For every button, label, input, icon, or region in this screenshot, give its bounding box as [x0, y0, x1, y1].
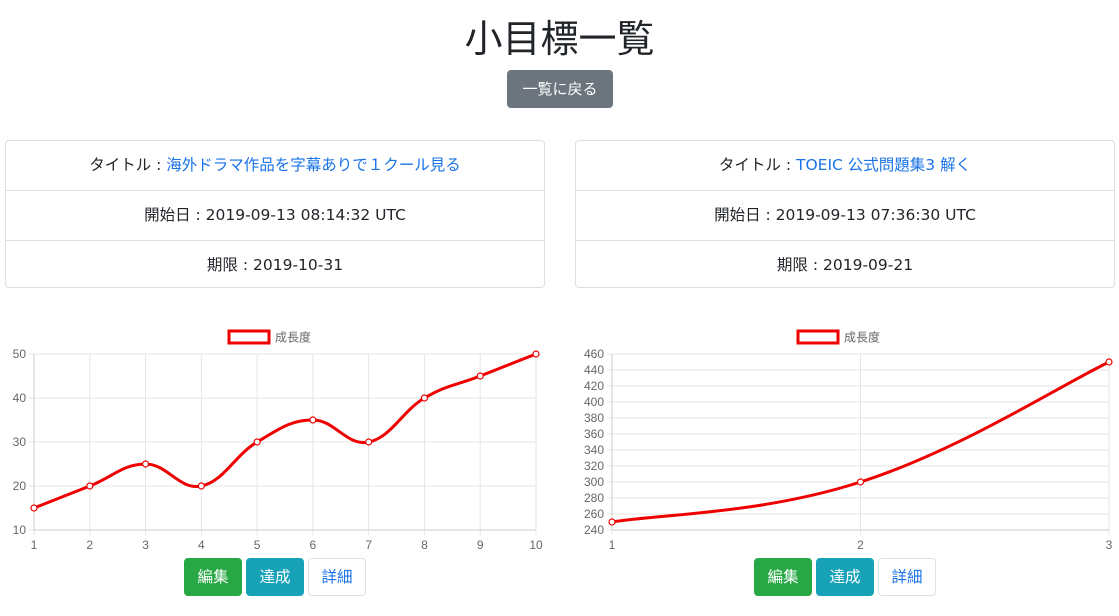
goal-2-actions: 編集 達成 詳細 [754, 558, 936, 596]
x-tick-label: 3 [142, 538, 149, 552]
x-tick-label: 1 [609, 538, 616, 552]
edit-button[interactable]: 編集 [754, 558, 812, 596]
page-title: 小目標一覧 [464, 17, 655, 61]
y-tick-label: 360 [584, 427, 604, 441]
edit-button[interactable]: 編集 [184, 558, 242, 596]
x-tick-label: 6 [310, 538, 317, 552]
achieve-button[interactable]: 達成 [246, 558, 304, 596]
back-to-list-button[interactable]: 一覧に戻る [507, 70, 613, 108]
goal-card-2: タイトル : TOEIC 公式問題集3 解く 開始日 : 2019-09-13 … [575, 140, 1115, 288]
legend-label: 成長度 [844, 330, 880, 345]
y-tick-label: 440 [584, 363, 604, 377]
x-tick-label: 4 [198, 538, 205, 552]
series-line [33, 352, 537, 510]
data-point [30, 504, 38, 512]
goal-start-date: 開始日 : 2019-09-13 07:36:30 UTC [576, 191, 1114, 241]
x-tick-label: 8 [421, 538, 428, 552]
y-tick-label: 460 [584, 347, 604, 361]
data-point [532, 350, 540, 358]
goal-card-1: タイトル : 海外ドラマ作品を字幕ありで１クール見る 開始日 : 2019-09… [5, 140, 545, 288]
goal-start-date: 開始日 : 2019-09-13 08:14:32 UTC [6, 191, 544, 241]
detail-button[interactable]: 詳細 [878, 558, 936, 596]
data-point [309, 416, 317, 424]
x-tick-label: 2 [86, 538, 93, 552]
y-tick-label: 260 [584, 507, 604, 521]
x-tick-label: 2 [857, 538, 864, 552]
goal-title-row: タイトル : 海外ドラマ作品を字幕ありで１クール見る [6, 141, 544, 191]
data-point [197, 482, 205, 490]
goal-deadline: 期限 : 2019-10-31 [206, 256, 344, 274]
goal-title-link[interactable]: 海外ドラマ作品を字幕ありで１クール見る [166, 156, 461, 174]
data-point [476, 372, 484, 380]
x-tick-label: 10 [529, 538, 543, 552]
y-tick-label: 380 [584, 411, 604, 425]
growth-chart-1: 成長度 10 20 30 40 50 1 2 3 4 5 6 7 8 9 10 [13, 329, 543, 552]
goal-title-label: タイトル : [89, 156, 167, 174]
data-point [365, 438, 373, 446]
data-point [420, 394, 429, 402]
y-tick-label: 420 [584, 379, 604, 393]
data-point [856, 478, 865, 486]
y-tick-label: 340 [584, 443, 604, 457]
achieve-button[interactable]: 達成 [816, 558, 874, 596]
legend-label: 成長度 [275, 330, 311, 345]
x-tick-label: 1 [31, 538, 38, 552]
data-point [253, 438, 261, 446]
y-tick-label: 300 [584, 475, 604, 489]
x-tick-label: 3 [1106, 538, 1113, 552]
detail-button[interactable]: 詳細 [308, 558, 366, 596]
data-point [1105, 358, 1113, 366]
goal-title-label: タイトル : [718, 156, 796, 174]
x-tick-label: 5 [254, 538, 261, 552]
y-tick-label: 280 [584, 491, 604, 505]
legend-swatch [796, 329, 840, 345]
x-tick-label: 9 [477, 538, 484, 552]
y-tick-label: 320 [584, 459, 604, 473]
legend: 成長度 [796, 329, 880, 345]
data-point [608, 518, 616, 526]
data-point [141, 460, 150, 468]
goal-deadline: 期限 : 2019-09-21 [776, 256, 914, 274]
y-tick-label: 50 [13, 347, 27, 361]
y-tick-label: 40 [13, 391, 27, 405]
legend: 成長度 [227, 329, 311, 345]
x-tick-label: 7 [365, 538, 372, 552]
y-tick-label: 10 [13, 523, 27, 537]
goal-title-row: タイトル : TOEIC 公式問題集3 解く [576, 141, 1114, 191]
goal-1-actions: 編集 達成 詳細 [184, 558, 366, 596]
y-tick-label: 20 [13, 479, 27, 493]
y-tick-label: 240 [584, 523, 604, 537]
data-point [86, 482, 94, 490]
y-tick-label: 400 [584, 395, 604, 409]
legend-swatch [227, 329, 271, 345]
goal-title-link[interactable]: TOEIC 公式問題集3 解く [796, 156, 971, 174]
growth-chart-2: 成長度 240 260 280 300 320 340 360 380 400 420 440 460 1… [584, 329, 1113, 552]
y-tick-label: 30 [13, 435, 27, 449]
